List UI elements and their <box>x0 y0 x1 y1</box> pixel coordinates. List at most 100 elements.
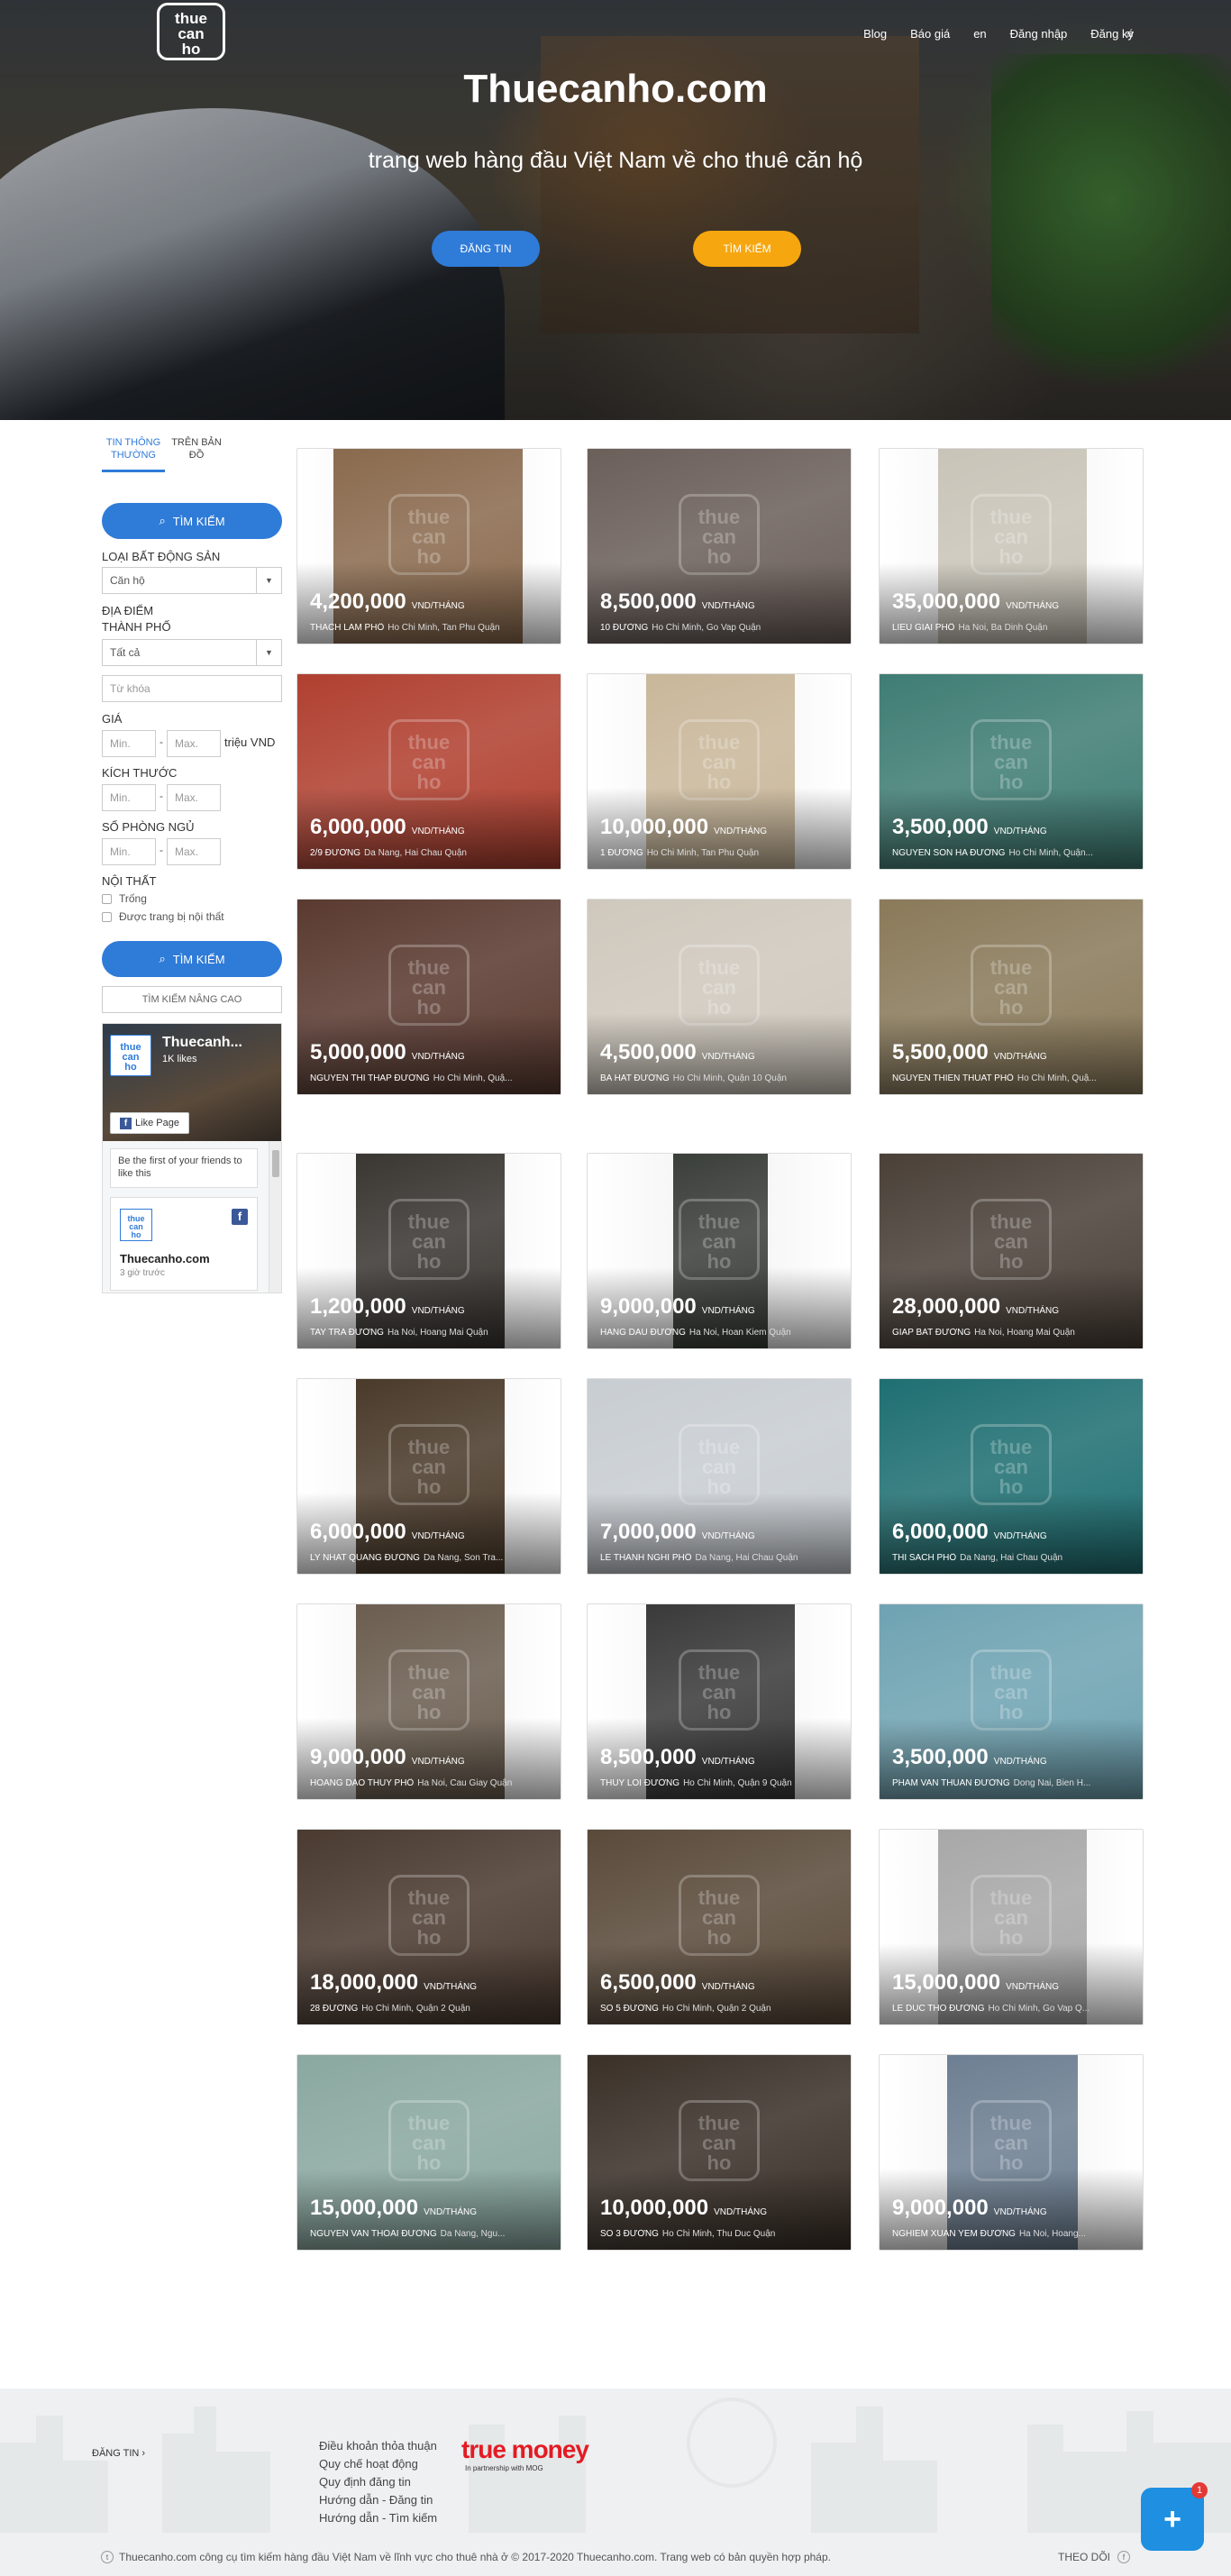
keyword-input[interactable]: Từ khóa <box>102 675 282 702</box>
chat-widget-button[interactable]: + 1 <box>1141 2482 1208 2551</box>
listing-card[interactable]: thue can ho 9,000,000 VND/THÁNG HANG DAU ĐƯỜN… <box>587 1153 852 1349</box>
listing-price-unit: VND/THÁNG <box>701 1757 755 1767</box>
listing-card[interactable]: thue can ho 15,000,000 VND/THÁNG NGUYEN VAN T… <box>296 2054 561 2251</box>
hero-search-button[interactable]: TÌM KIẾM <box>693 231 801 267</box>
listing-price: 15,000,000 VND/THÁNG <box>310 2196 477 2221</box>
listing-price-unit: VND/THÁNG <box>1006 601 1060 611</box>
listing-card[interactable]: thue can ho 4,200,000 VND/THÁNG THACH LAM PHỐ… <box>296 448 561 644</box>
facebook-page-logo[interactable]: thue can ho <box>110 1035 151 1076</box>
rooms-min-input[interactable]: Min. <box>102 838 156 865</box>
listing-card[interactable]: thue can ho 18,000,000 VND/THÁNG 28 ĐƯỜNG Ho C… <box>296 1829 561 2025</box>
footer-link-posting-rules[interactable]: Quy định đăng tin <box>319 2473 437 2491</box>
listing-address: NGUYEN THIEN THUAT PHỐ Ho Chi Minh, Quậ..… <box>892 1073 1132 1083</box>
hero-banner: thue can ho Blog Báo giá en Đăng nhập Đăng… <box>0 0 1231 420</box>
listing-card[interactable]: thue can ho 7,000,000 VND/THÁNG LE THANH NGHI… <box>587 1378 852 1575</box>
truemoney-logo[interactable]: true money In partnership with MOG <box>461 2435 589 2472</box>
listing-card[interactable]: thue can ho 6,000,000 VND/THÁNG LY NHAT QUANG… <box>296 1378 561 1575</box>
listing-price-value: 15,000,000 <box>892 1970 1001 1995</box>
nav-blog[interactable]: Blog <box>863 27 887 41</box>
listing-card[interactable]: thue can ho 35,000,000 VND/THÁNG LIEU GIAI PH… <box>879 448 1144 644</box>
listing-price-value: 5,000,000 <box>310 1040 406 1064</box>
listing-street: BA HAT ĐƯỜNG <box>600 1073 670 1083</box>
listing-price-unit: VND/THÁNG <box>993 827 1047 836</box>
size-min-input[interactable]: Min. <box>102 784 156 811</box>
listing-price: 15,000,000 VND/THÁNG <box>892 1970 1059 1996</box>
tab-list[interactable]: TIN THÔNG THƯỜNG <box>102 436 165 472</box>
post-listing-button[interactable]: ĐĂNG TIN <box>432 231 540 267</box>
listing-price: 8,500,000 VND/THÁNG <box>600 1745 755 1770</box>
footer-link-guide-post[interactable]: Hướng dẫn - Đăng tin <box>319 2491 437 2509</box>
city-select[interactable]: Tất cả ▼ <box>102 639 282 666</box>
listing-card[interactable]: thue can ho 8,500,000 VND/THÁNG 10 ĐƯỜNG Ho Ch… <box>587 448 852 644</box>
location-label: ĐỊA ĐIỂM <box>102 604 154 617</box>
listing-card[interactable]: thue can ho 6,000,000 VND/THÁNG THI SACH PHỐ D… <box>879 1378 1144 1575</box>
facebook-like-button[interactable]: f Like Page <box>110 1112 189 1134</box>
listing-address: LY NHAT QUANG ĐƯỜNG Da Nang, Son Tra... <box>310 1553 550 1563</box>
price-max-input[interactable]: Max. <box>167 730 221 757</box>
footer-link-rules[interactable]: Quy chế hoạt động <box>319 2455 437 2473</box>
site-logo[interactable]: thue can ho <box>157 3 225 60</box>
furniture-furnished-checkbox[interactable]: Được trang bị nội thất <box>102 910 224 923</box>
listing-address: 10 ĐƯỜNG Ho Chi Minh, Go Vap Quận <box>600 623 840 633</box>
listing-card[interactable]: thue can ho 10,000,000 VND/THÁNG 1 ĐƯỜNG Ho Ch… <box>587 673 852 870</box>
rooms-max-input[interactable]: Max. <box>167 838 221 865</box>
listing-price: 1,200,000 VND/THÁNG <box>310 1294 465 1320</box>
listing-price-value: 15,000,000 <box>310 2196 419 2220</box>
advanced-search-button[interactable]: TÌM KIẾM NÂNG CAO <box>102 986 282 1013</box>
listing-card[interactable]: thue can ho 5,000,000 VND/THÁNG NGUYEN THI TH… <box>296 899 561 1095</box>
listing-card[interactable]: thue can ho 10,000,000 VND/THÁNG SO 3 ĐƯỜNG Ho… <box>587 2054 852 2251</box>
listing-card[interactable]: thue can ho 6,000,000 VND/THÁNG 2/9 ĐƯỜNG Da N… <box>296 673 561 870</box>
listing-price-value: 9,000,000 <box>310 1745 406 1769</box>
listing-card[interactable]: thue can ho 28,000,000 VND/THÁNG GIAP BAT ĐƯỜ… <box>879 1153 1144 1349</box>
listing-card[interactable]: thue can ho 5,500,000 VND/THÁNG NGUYEN THIEN … <box>879 899 1144 1095</box>
facebook-like-label: Like Page <box>135 1118 179 1128</box>
footer-follow: THEO DÕI f <box>1058 2551 1130 2563</box>
sidebar-search-button-2[interactable]: ⌕ TÌM KIẾM <box>102 941 282 977</box>
facebook-icon[interactable]: f <box>1117 2551 1130 2563</box>
hamburger-icon[interactable]: ≡ <box>1126 27 1137 41</box>
listing-card[interactable]: thue can ho 15,000,000 VND/THÁNG LE DUC THO Đ… <box>879 1829 1144 2025</box>
listing-price-value: 18,000,000 <box>310 1970 419 1995</box>
nav-pricing[interactable]: Báo giá <box>910 27 950 41</box>
nav-language[interactable]: en <box>973 27 986 41</box>
listing-street: NGHIEM XUAN YEM ĐƯỜNG <box>892 2229 1016 2239</box>
footer-post-link[interactable]: ĐĂNG TIN › <box>92 2448 145 2459</box>
nav-login[interactable]: Đăng nhập <box>1010 27 1068 41</box>
footer-link-guide-search[interactable]: Hướng dẫn - Tìm kiếm <box>319 2509 437 2527</box>
size-max-input[interactable]: Max. <box>167 784 221 811</box>
listing-card[interactable]: thue can ho 4,500,000 VND/THÁNG BA HAT ĐƯỜNG H… <box>587 899 852 1095</box>
facebook-icon[interactable]: f <box>232 1209 248 1225</box>
listing-price-value: 9,000,000 <box>600 1294 697 1319</box>
facebook-icon: f <box>120 1117 132 1129</box>
property-type-select[interactable]: Căn hộ ▼ <box>102 567 282 594</box>
chevron-down-icon: ▼ <box>256 568 281 593</box>
listing-card[interactable]: thue can ho 3,500,000 VND/THÁNG PHAM VAN THUA… <box>879 1603 1144 1800</box>
scrollbar-thumb[interactable] <box>272 1150 279 1177</box>
listing-price-value: 6,000,000 <box>310 815 406 839</box>
facebook-post-name[interactable]: Thuecanho.com <box>120 1252 210 1265</box>
search-sidebar: TIN THÔNG THƯỜNG TRÊN BẢN ĐỒ ⌕ TÌM KIẾM … <box>102 436 282 1293</box>
listing-card[interactable]: thue can ho 3,500,000 VND/THÁNG NGUYEN SON HA… <box>879 673 1144 870</box>
listing-card[interactable]: thue can ho 9,000,000 VND/THÁNG HOANG DAO THU… <box>296 1603 561 1800</box>
listing-street: NGUYEN SON HA ĐƯỜNG <box>892 848 1006 858</box>
listing-street: 10 ĐƯỜNG <box>600 623 649 633</box>
listing-price-value: 6,500,000 <box>600 1970 697 1995</box>
listing-price-value: 4,500,000 <box>600 1040 697 1064</box>
listing-card[interactable]: thue can ho 1,200,000 VND/THÁNG TAY TRA ĐƯỜNG… <box>296 1153 561 1349</box>
listing-card[interactable]: thue can ho 9,000,000 VND/THÁNG NGHIEM XUAN Y… <box>879 2054 1144 2251</box>
footer-link-terms[interactable]: Điều khoản thỏa thuận <box>319 2437 437 2455</box>
listing-street: TAY TRA ĐƯỜNG <box>310 1328 384 1338</box>
facebook-scrollbar[interactable] <box>269 1141 281 1293</box>
tab-map[interactable]: TRÊN BẢN ĐỒ <box>165 436 228 472</box>
facebook-page-name[interactable]: Thuecanh... <box>162 1035 242 1051</box>
listing-card[interactable]: thue can ho 8,500,000 VND/THÁNG THUY LOI ĐƯỜN… <box>587 1603 852 1800</box>
listing-city: Ha Noi, Hoan Kiem Quận <box>688 1328 791 1338</box>
listing-price: 35,000,000 VND/THÁNG <box>892 589 1059 615</box>
furniture-empty-checkbox[interactable]: Trống <box>102 892 147 905</box>
listing-price-unit: VND/THÁNG <box>411 1757 465 1767</box>
listing-city: Da Nang, Son Tra... <box>423 1553 504 1563</box>
listing-address: LE THANH NGHI PHỐ Da Nang, Hai Chau Quận <box>600 1553 840 1563</box>
sidebar-search-button[interactable]: ⌕ TÌM KIẾM <box>102 503 282 539</box>
price-min-input[interactable]: Min. <box>102 730 156 757</box>
listing-card[interactable]: thue can ho 6,500,000 VND/THÁNG SO 5 ĐƯỜNG Ho … <box>587 1829 852 2025</box>
